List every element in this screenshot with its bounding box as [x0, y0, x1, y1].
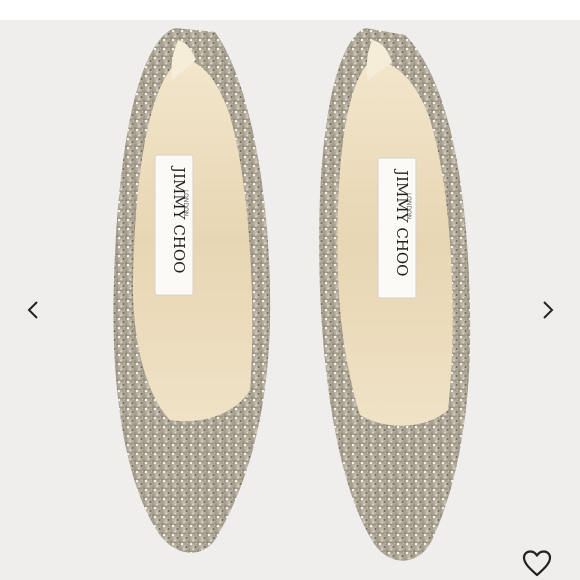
left-insole-label: JIMMY CHOO LONDON — [154, 154, 194, 296]
previous-image-button[interactable] — [22, 296, 44, 324]
brand-label-text: JIMMY CHOO — [393, 168, 411, 276]
city-label-text: LONDON — [405, 193, 412, 219]
product-photo: JIMMY CHOO LONDON JIMMY CHOO LONDON — [113, 28, 471, 561]
right-shoe: JIMMY CHOO LONDON — [319, 28, 471, 561]
right-insole-label: JIMMY CHOO LONDON — [377, 157, 417, 299]
chevron-left-icon — [27, 301, 38, 319]
heart-outline-icon — [522, 550, 552, 577]
photo-area: JIMMY CHOO LONDON JIMMY CHOO LONDON — [0, 20, 580, 580]
chevron-right-icon — [543, 301, 554, 319]
next-image-button[interactable] — [537, 296, 559, 324]
brand-label-text: JIMMY CHOO — [170, 165, 188, 273]
left-shoe: JIMMY CHOO LONDON — [113, 28, 271, 553]
product-image-viewer: JIMMY CHOO LONDON JIMMY CHOO LONDON — [0, 0, 580, 580]
city-label-text: LONDON — [182, 190, 189, 216]
favorite-button[interactable] — [521, 548, 553, 578]
